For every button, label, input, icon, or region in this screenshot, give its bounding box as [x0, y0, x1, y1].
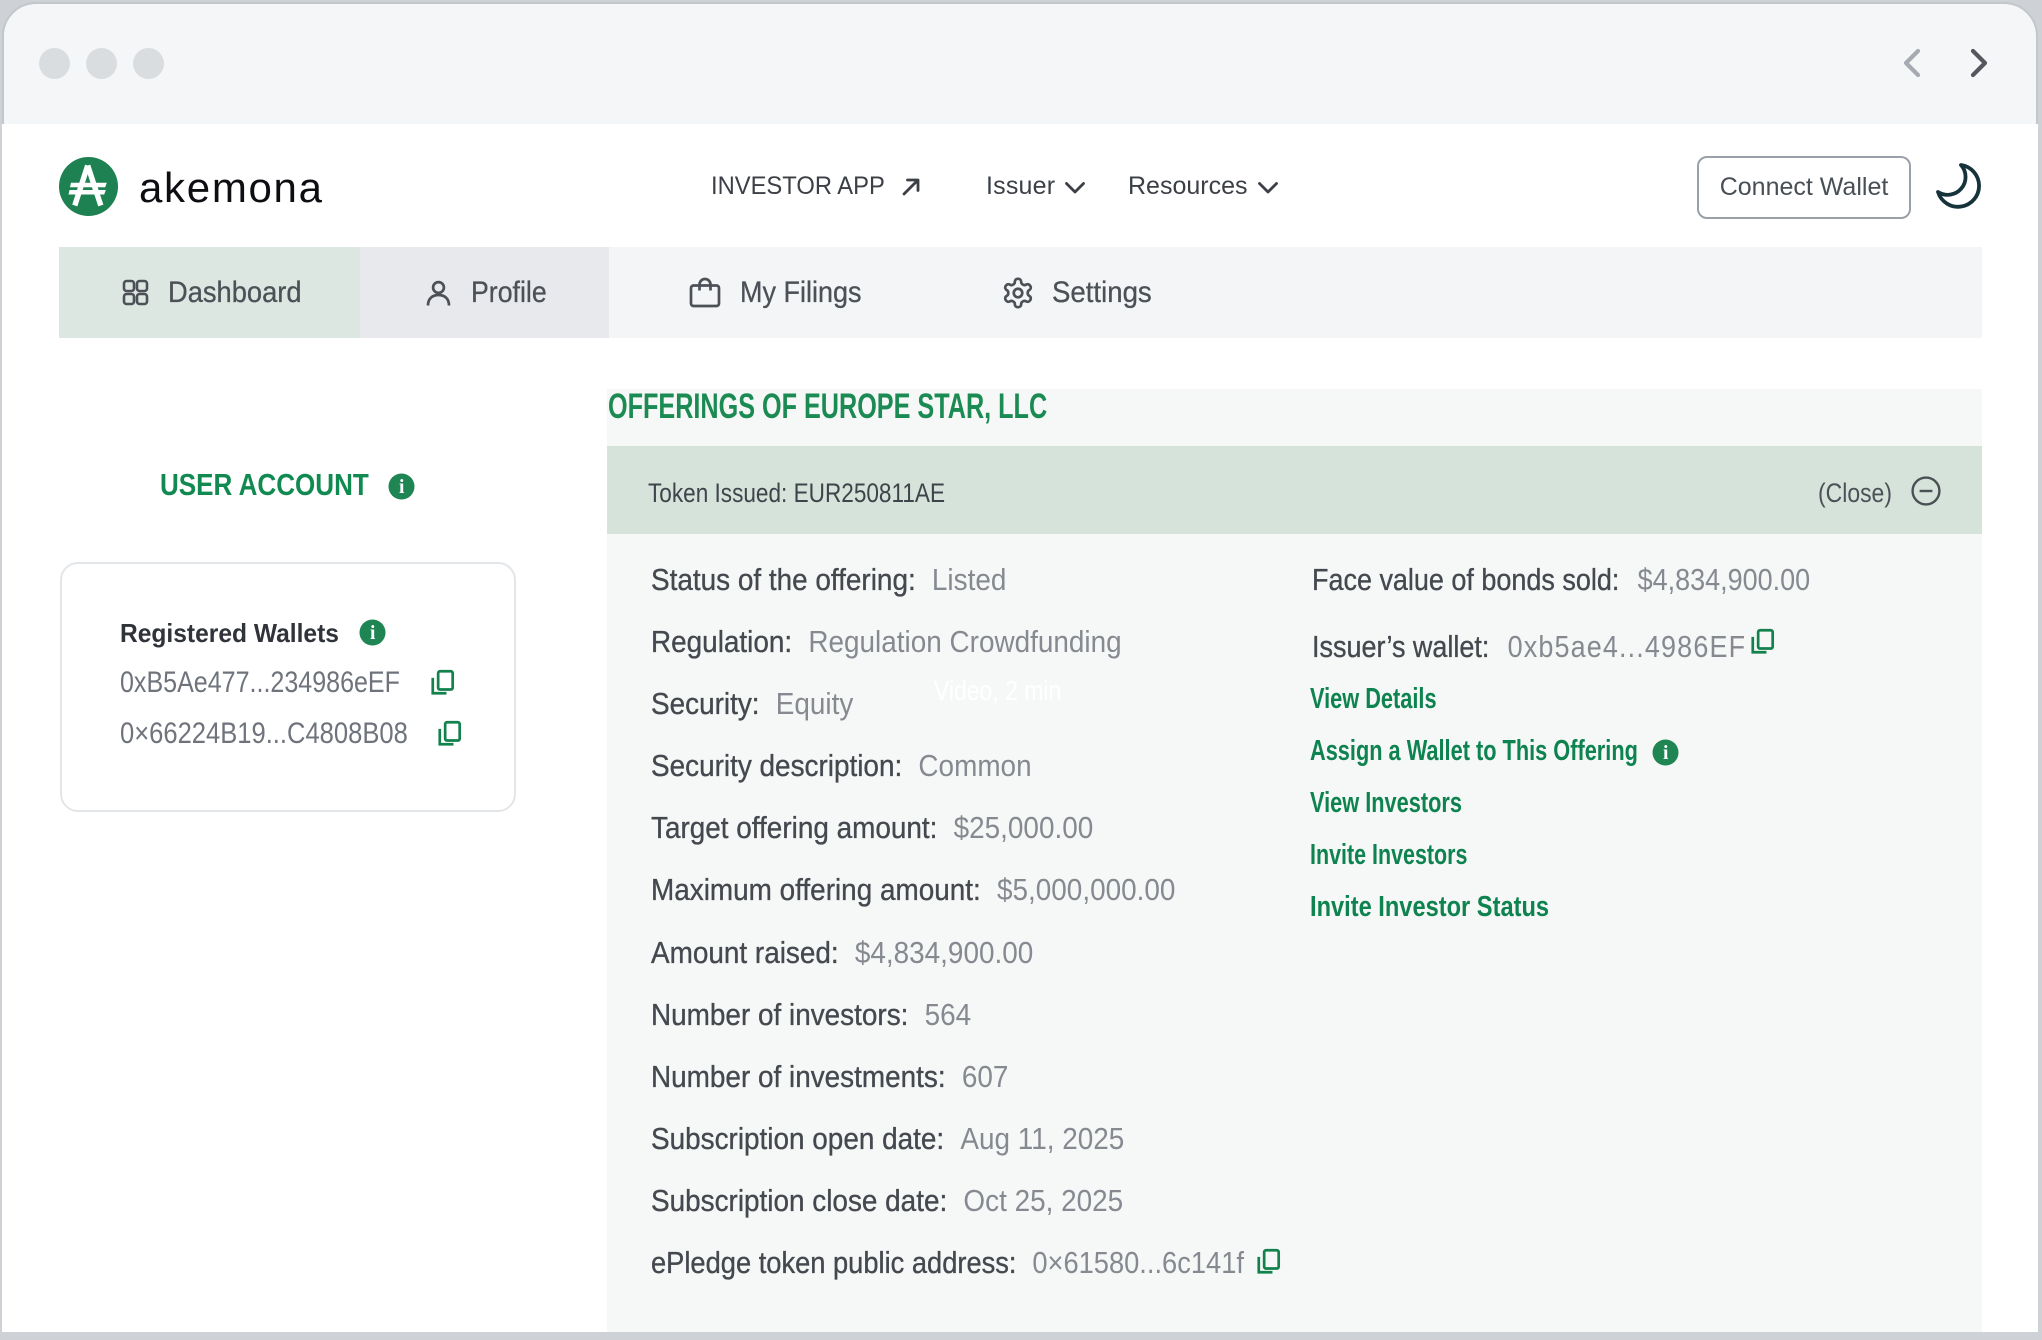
svg-text:i: i [370, 623, 376, 644]
svg-text:i: i [1663, 743, 1669, 764]
svg-text:i: i [399, 477, 405, 498]
